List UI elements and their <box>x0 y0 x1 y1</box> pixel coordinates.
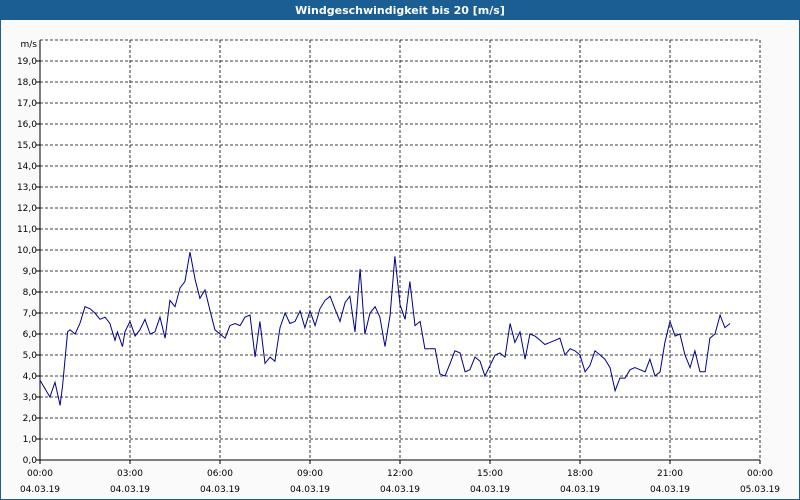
x-tick-time: 21:00 <box>657 469 683 479</box>
x-tick-time: 15:00 <box>477 469 503 479</box>
y-tick-label: 13,0 <box>17 183 37 193</box>
y-tick-label: 1,0 <box>23 435 38 445</box>
y-tick-label: 9,0 <box>23 267 38 277</box>
y-tick-label: 8,0 <box>23 288 38 298</box>
x-tick-date: 04.03.19 <box>110 485 150 495</box>
x-tick-time: 09:00 <box>297 469 323 479</box>
y-tick-label: 12,0 <box>17 204 37 214</box>
x-tick-time: 00:00 <box>747 469 773 479</box>
line-chart: 0,0 1,0 2,0 3,0 4,0 5,0 6,0 7,0 8,0 9,0 10,0 11,0 12… <box>17 39 780 495</box>
y-tick-label: 16,0 <box>17 120 37 130</box>
y-tick-label: 4,0 <box>23 372 38 382</box>
x-tick-time: 03:00 <box>117 469 143 479</box>
x-tick-date: 04.03.19 <box>650 485 690 495</box>
y-tick-label: 14,0 <box>17 162 37 172</box>
y-tick-label: 19,0 <box>17 57 37 67</box>
x-tick-time: 06:00 <box>207 469 233 479</box>
x-tick-date: 04.03.19 <box>20 485 60 495</box>
x-tick-date: 04.03.19 <box>290 485 330 495</box>
x-tick-time: 18:00 <box>567 469 593 479</box>
y-tick-label: 18,0 <box>17 78 37 88</box>
x-tick-date: 05.03.19 <box>740 485 780 495</box>
x-tick-time: 00:00 <box>27 469 53 479</box>
y-tick-label: 2,0 <box>23 414 38 424</box>
y-tick-label: 5,0 <box>23 351 38 361</box>
y-tick-label: 11,0 <box>17 225 37 235</box>
y-axis-unit: m/s <box>21 40 38 50</box>
y-tick-label: 17,0 <box>17 99 37 109</box>
x-tick-date: 04.03.19 <box>200 485 240 495</box>
y-tick-label: 0,0 <box>23 456 38 466</box>
y-tick-label: 10,0 <box>17 246 37 256</box>
x-tick-time: 12:00 <box>387 469 413 479</box>
x-tick-date: 04.03.19 <box>560 485 600 495</box>
y-tick-label: 15,0 <box>17 141 37 151</box>
x-tick-date: 04.03.19 <box>380 485 420 495</box>
y-tick-label: 3,0 <box>23 393 38 403</box>
y-tick-label: 6,0 <box>23 330 38 340</box>
x-tick-date: 04.03.19 <box>470 485 510 495</box>
y-tick-label: 7,0 <box>23 309 38 319</box>
